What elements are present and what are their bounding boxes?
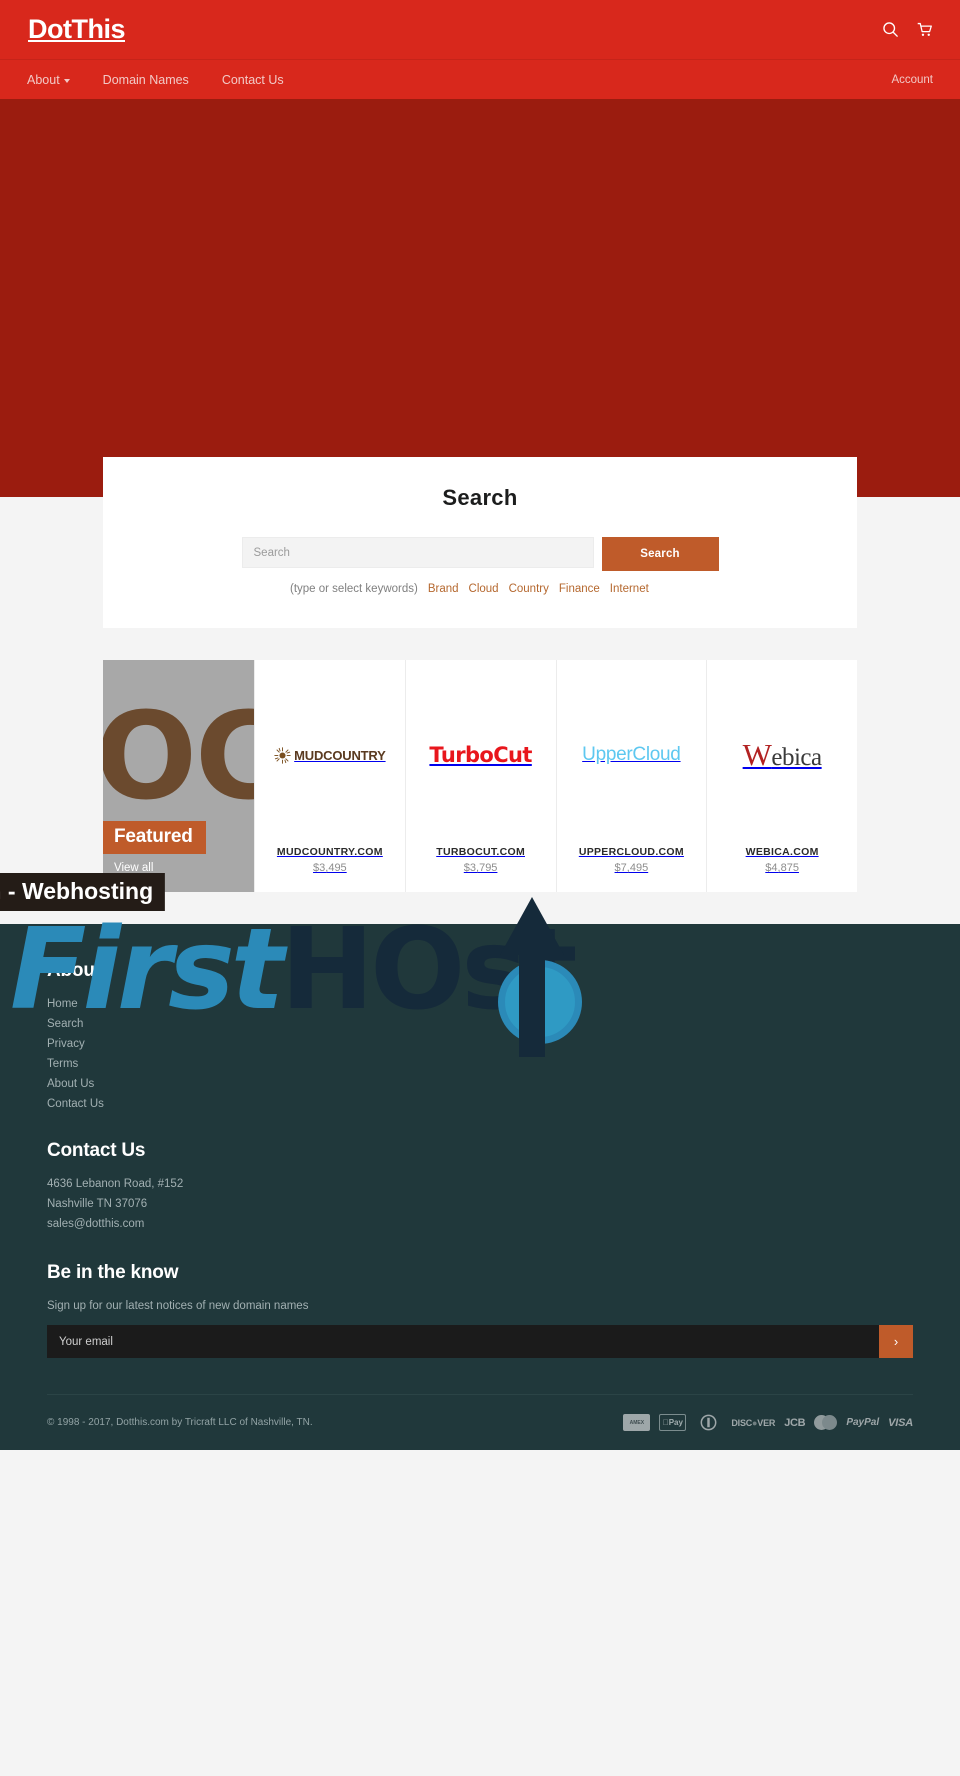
diners-club-icon: [695, 1414, 722, 1431]
payment-methods: AMEX Pay DISC●VER JCB PayPal VISA: [623, 1414, 913, 1431]
nav-item-contact-us[interactable]: Contact Us: [222, 73, 284, 87]
product-price-mudcountry: $3,495: [313, 862, 347, 874]
paypal-icon: PayPal: [846, 1417, 880, 1428]
product-card-mudcountry[interactable]: MUDCOUNTRY MUDCOUNTRY.COM $3,495: [254, 660, 405, 892]
visa-icon: VISA: [888, 1416, 913, 1429]
product-logo-webica: Webica: [707, 660, 857, 846]
discover-icon: DISC ● VER: [731, 1417, 776, 1428]
product-card-uppercloud[interactable]: UpperCloud UPPERCLOUD.COM $7,495: [555, 660, 707, 892]
keyword-country[interactable]: Country: [509, 583, 549, 595]
site-logo[interactable]: DotThis: [27, 16, 126, 43]
newsletter-description: Sign up for our latest notices of new do…: [47, 1300, 309, 1312]
product-name-mudcountry: MUDCOUNTRY.COM: [276, 846, 383, 858]
product-card-turbocut[interactable]: TurboCut TURBOCUT.COM $3,795: [404, 660, 556, 892]
newsletter-email-input[interactable]: [47, 1325, 879, 1358]
footer-address-line-2: Nashville TN 37076: [47, 1198, 148, 1210]
product-name-turbocut: TURBOCUT.COM: [436, 846, 525, 858]
keyword-cloud[interactable]: Cloud: [469, 583, 499, 595]
newsletter-submit-button[interactable]: ›: [879, 1325, 913, 1358]
newsletter-form: ›: [47, 1325, 913, 1358]
featured-products-grid: OCO Featured View all MUDCOUNTRY: [103, 660, 857, 892]
newsletter-heading: Be in the know: [47, 1262, 179, 1283]
nav-item-about[interactable]: About: [27, 73, 70, 87]
product-card-webica[interactable]: Webica WEBICA.COM $4,875: [706, 660, 857, 892]
footer-link-about-us[interactable]: About Us: [47, 1078, 913, 1090]
chevron-down-icon: [63, 78, 70, 83]
nav-item-contact-us-label: Contact Us: [221, 72, 284, 87]
american-express-icon: AMEX: [623, 1414, 651, 1431]
product-logo-mudcountry: MUDCOUNTRY: [255, 660, 405, 846]
product-price-turbocut: $3,795: [463, 862, 498, 874]
product-name-uppercloud: UPPERCLOUD.COM: [578, 846, 684, 858]
product-logo-text-turbocut: TurboCut: [429, 743, 532, 767]
product-logo-uppercloud: UpperCloud: [557, 660, 707, 846]
product-logo-turbocut: TurboCut: [406, 660, 556, 846]
footer-address-line-1: 4636 Lebanon Road, #152: [47, 1178, 184, 1190]
site-header: DotThis: [0, 0, 960, 59]
search-section: Search Search (type or select keywords) …: [0, 457, 960, 628]
mastercard-icon: [814, 1414, 838, 1431]
nav-item-domain-names-label: Domain Names: [102, 72, 189, 87]
copyright-text: © 1998 - 2017, Dotthis.com by Tricraft L…: [47, 1417, 313, 1428]
nav-item-domain-names[interactable]: Domain Names: [103, 73, 189, 87]
keyword-row: (type or select keywords) Brand Cloud Co…: [103, 583, 857, 595]
main-navigation: About Domain Names Contact Us Account: [0, 59, 960, 99]
footer-contact-block: Contact Us 4636 Lebanon Road, #152 Nashv…: [47, 1140, 913, 1230]
search-input[interactable]: [241, 537, 594, 568]
featured-tile-artwork: OCO: [103, 688, 254, 827]
footer-newsletter-block: Be in the know Sign up for our latest no…: [47, 1262, 913, 1358]
featured-badge: Featured: [103, 821, 206, 854]
footer-link-contact-us[interactable]: Contact Us: [47, 1098, 913, 1110]
search-form: Search: [103, 537, 857, 571]
nav-item-about-label: About: [27, 72, 60, 87]
footer-link-privacy[interactable]: Privacy: [47, 1038, 913, 1050]
product-logo-text-uppercloud: UpperCloud: [582, 744, 681, 765]
search-heading: Search: [442, 485, 518, 510]
sunburst-icon: [274, 746, 291, 764]
search-icon[interactable]: [882, 21, 899, 38]
product-name-webica: WEBICA.COM: [745, 846, 819, 858]
account-link[interactable]: Account: [891, 74, 933, 86]
product-logo-text-webica: ebica: [771, 744, 822, 771]
keyword-finance[interactable]: Finance: [559, 583, 600, 595]
header-icon-group: [882, 21, 933, 38]
webica-initial: W: [742, 737, 772, 772]
search-submit-button[interactable]: Search: [601, 537, 719, 571]
featured-collection-tile[interactable]: OCO Featured View all: [103, 660, 254, 892]
footer-contact-heading: Contact Us: [47, 1140, 146, 1161]
product-price-webica: $4,875: [765, 862, 799, 874]
hero-banner: [0, 99, 960, 497]
keyword-hint: (type or select keywords): [290, 583, 418, 595]
keyword-brand[interactable]: Brand: [428, 583, 459, 595]
apple-pay-icon: Pay: [659, 1414, 687, 1431]
footer-bottom-bar: © 1998 - 2017, Dotthis.com by Tricraft L…: [47, 1394, 913, 1450]
product-price-uppercloud: $7,495: [614, 862, 649, 874]
keyword-internet[interactable]: Internet: [610, 583, 649, 595]
footer-link-terms[interactable]: Terms: [47, 1058, 913, 1070]
jcb-icon: JCB: [784, 1416, 806, 1429]
product-logo-text-mudcountry: MUDCOUNTRY: [294, 747, 386, 763]
cart-icon[interactable]: [916, 21, 933, 38]
footer-email[interactable]: sales@dotthis.com: [47, 1218, 913, 1230]
